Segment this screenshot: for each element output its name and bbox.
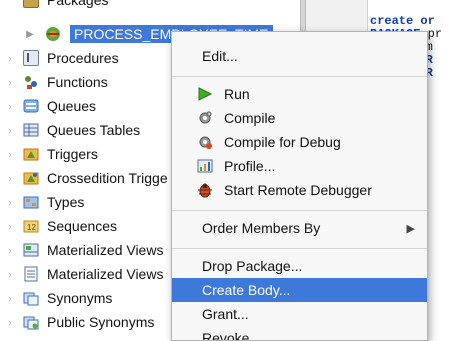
tree-label: Sequences	[47, 218, 118, 234]
public-synonyms-icon	[22, 313, 40, 331]
menu-item-start-remote-debugger[interactable]: Start Remote Debugger	[172, 178, 427, 202]
menu-separator	[172, 248, 427, 249]
collapse-dot-icon[interactable]: ›	[6, 245, 14, 255]
collapse-dot-icon[interactable]: ›	[6, 149, 14, 159]
gear-icon	[196, 109, 214, 127]
collapse-dot-icon[interactable]: ›	[6, 53, 14, 63]
menu-item-grant[interactable]: Grant...	[172, 302, 427, 326]
debug-gear-icon	[196, 133, 214, 151]
collapse-dot-icon[interactable]: ›	[6, 197, 14, 207]
tree-label: Public Synonyms	[47, 314, 155, 330]
collapse-dot-icon[interactable]: ›	[6, 317, 14, 327]
materialized-views-icon	[22, 241, 40, 259]
svg-text:12: 12	[27, 223, 36, 232]
queues-tables-icon	[22, 121, 40, 139]
tree-label: Queues Tables	[47, 122, 141, 138]
procedures-icon	[22, 49, 40, 67]
menu-separator	[172, 76, 427, 77]
bug-icon	[196, 181, 214, 199]
functions-icon	[22, 73, 40, 91]
tree-label: Triggers	[47, 146, 98, 162]
menu-item-drop-package[interactable]: Drop Package...	[172, 254, 427, 278]
menu-item-profile[interactable]: Profile...	[172, 154, 427, 178]
run-icon	[196, 85, 214, 103]
package-icon	[44, 25, 62, 43]
collapse-dot-icon[interactable]: ›	[6, 221, 14, 231]
profile-icon	[196, 157, 214, 175]
tree-label: Types	[47, 194, 85, 210]
tree-label: Packages	[47, 0, 109, 8]
menu-separator	[172, 210, 427, 211]
materialized-views-logs-icon	[22, 265, 40, 283]
collapse-dot-icon[interactable]: ›	[6, 101, 14, 111]
packages-icon	[22, 0, 40, 9]
tree-label: Functions	[47, 74, 108, 90]
collapse-dot-icon[interactable]: ›	[6, 173, 14, 183]
menu-item-compile-for-debug[interactable]: Compile for Debug	[172, 130, 427, 154]
types-icon	[22, 193, 40, 211]
menu-item-edit[interactable]: Edit...	[172, 44, 427, 68]
submenu-arrow-icon: ▶	[406, 222, 415, 235]
collapse-dot-icon[interactable]: ›	[6, 77, 14, 87]
menu-item-run[interactable]: Run	[172, 82, 427, 106]
sequences-icon: 12	[22, 217, 40, 235]
menu-item-create-body[interactable]: Create Body...	[172, 278, 427, 302]
tree-row-packages[interactable]: Packages	[0, 0, 300, 12]
tree-label: Queues	[47, 98, 97, 114]
queues-icon	[22, 97, 40, 115]
menu-item-order-members-by[interactable]: Order Members By ▶	[172, 216, 427, 240]
context-menu: Edit... Run Compile Compile for Debug Pr…	[171, 31, 428, 341]
menu-item-compile[interactable]: Compile	[172, 106, 427, 130]
collapse-dot-icon[interactable]: ›	[6, 125, 14, 135]
tree-label: Crossedition Trigge	[47, 170, 168, 186]
collapse-dot-icon[interactable]: ›	[6, 269, 14, 279]
code-line-1: create or	[370, 14, 435, 28]
crossedition-triggers-icon	[22, 169, 40, 187]
tree-label: Synonyms	[47, 290, 113, 306]
tree-label: Materialized Views	[47, 266, 164, 282]
triggers-icon	[22, 145, 40, 163]
expand-triangle-icon[interactable]: ▶	[26, 29, 34, 40]
collapse-dot-icon[interactable]: ›	[6, 293, 14, 303]
tree-label: Procedures	[47, 50, 119, 66]
tree-label: Materialized Views	[47, 242, 164, 258]
synonyms-icon	[22, 289, 40, 307]
